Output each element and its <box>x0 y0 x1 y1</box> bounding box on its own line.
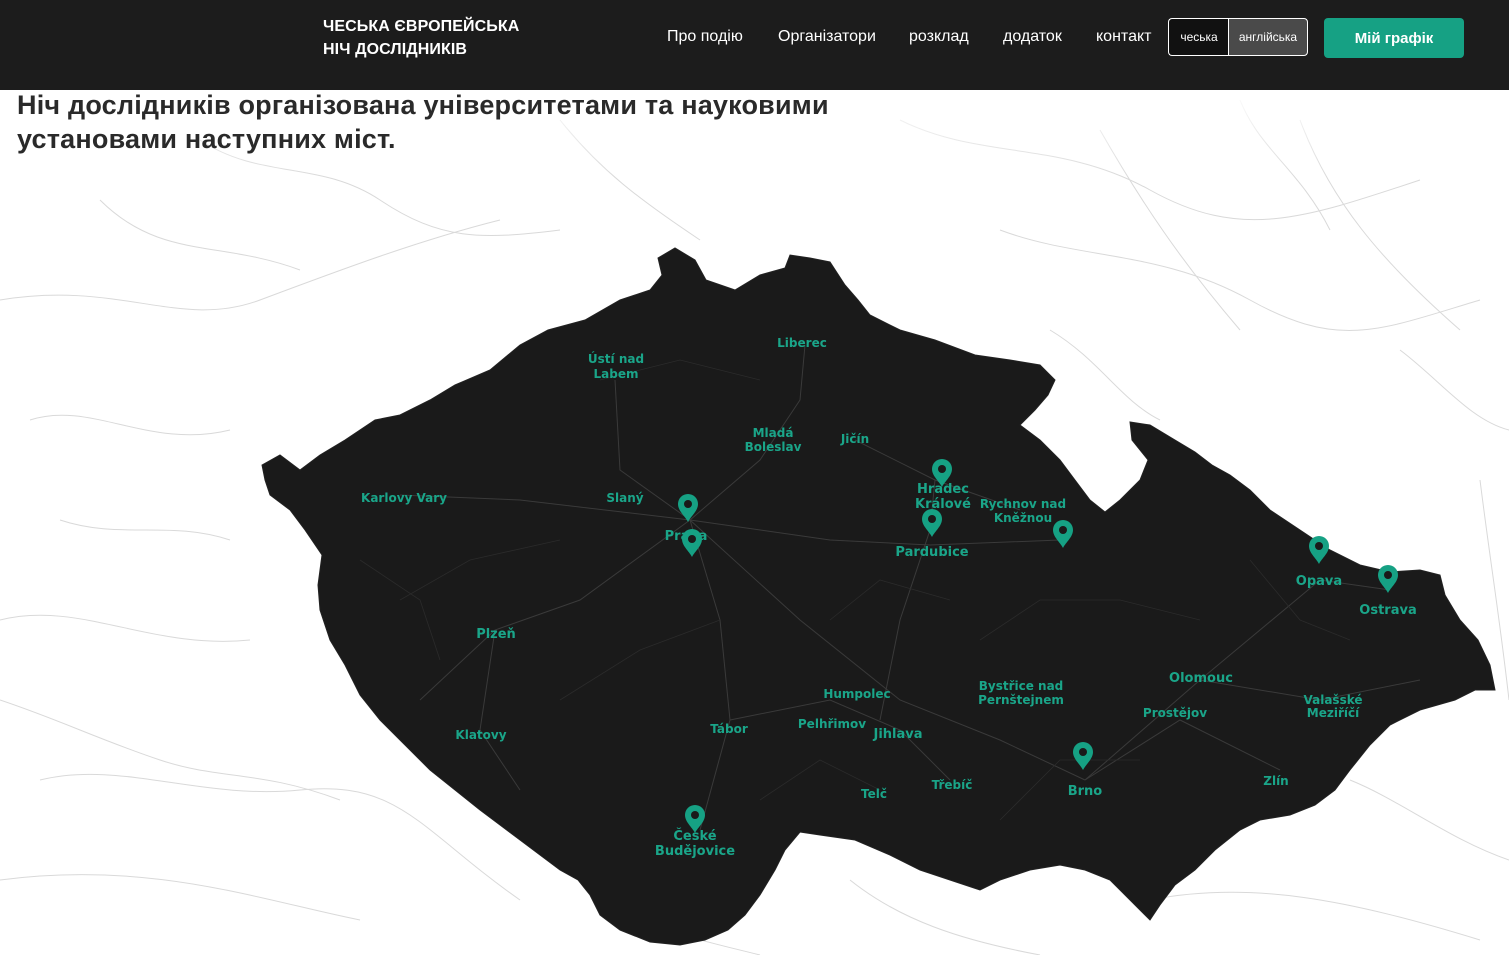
nav-schedule[interactable]: розклад <box>909 28 969 46</box>
map-pin-hole <box>1079 748 1087 756</box>
city-label: Karlovy Vary <box>361 491 447 505</box>
city-label: Pelhřimov <box>798 717 866 731</box>
city-label: Humpolec <box>823 687 890 701</box>
city-label: Pernštejnem <box>978 693 1064 707</box>
city-label: Bystřice nad <box>979 679 1064 693</box>
city-label: Valašské <box>1303 693 1362 707</box>
city-label: Jičín <box>840 432 869 446</box>
map-pin-hole <box>1315 542 1323 550</box>
top-navigation-bar: ЧЕСЬКА ЄВРОПЕЙСЬКА НІЧ ДОСЛІДНИКІВ Про п… <box>0 0 1509 90</box>
city-label: Meziříčí <box>1307 706 1360 720</box>
city-label: Zlín <box>1263 774 1288 788</box>
lang-czech-button[interactable]: чеська <box>1168 18 1229 56</box>
brand-line-1: ЧЕСЬКА ЄВРОПЕЙСЬКА <box>323 18 520 35</box>
brand-line-2: НІЧ ДОСЛІДНИКІВ <box>323 41 468 58</box>
nav-about[interactable]: Про подію <box>667 28 743 46</box>
city-label: Boleslav <box>745 440 802 454</box>
city-label: Brno <box>1068 784 1103 799</box>
page-heading: Ніч дослідників організована університет… <box>17 90 829 154</box>
city-label: Plzeň <box>476 627 516 642</box>
city-label: Rychnov nad <box>980 497 1066 511</box>
city-label: Jihlava <box>872 727 922 742</box>
city-label: Opava <box>1296 574 1342 589</box>
map-pin-hole <box>928 515 936 523</box>
city-label: Labem <box>594 367 639 381</box>
city-label: Prostějov <box>1143 706 1207 720</box>
czech-map: Ústí nad Labem Liberec Mladá Boleslav Ji… <box>261 247 1496 946</box>
map-pin-hole <box>688 535 696 543</box>
city-label: Slaný <box>606 491 643 505</box>
city-label: Liberec <box>777 336 827 350</box>
map-pin-hole <box>1059 526 1067 534</box>
city-label: Ostrava <box>1359 603 1416 618</box>
city-label: Telč <box>861 787 887 801</box>
city-label: Klatovy <box>455 728 506 742</box>
city-label: Králové <box>915 497 971 512</box>
map-pin-hole <box>938 465 946 473</box>
nav-app[interactable]: додаток <box>1003 28 1062 46</box>
city-label: Olomouc <box>1169 671 1233 686</box>
city-label: Budějovice <box>655 844 735 859</box>
city-label: Třebíč <box>932 778 973 792</box>
city-label: Ústí nad <box>588 351 644 366</box>
city-label: Tábor <box>710 722 748 736</box>
nav-organizers[interactable]: Організатори <box>778 28 876 46</box>
map-pin-hole <box>684 500 692 508</box>
lang-english-button[interactable]: англійська <box>1228 18 1308 56</box>
city-label: Kněžnou <box>994 511 1052 525</box>
map-pin-hole <box>1384 571 1392 579</box>
map-pin-hole <box>691 811 699 819</box>
my-schedule-button[interactable]: Мій графік <box>1324 18 1464 58</box>
nav-contact[interactable]: контакт <box>1096 28 1151 46</box>
city-label: Pardubice <box>895 545 968 560</box>
site-logo[interactable]: ЧЕСЬКА ЄВРОПЕЙСЬКА НІЧ ДОСЛІДНИКІВ <box>323 15 519 61</box>
czech-republic-shape <box>261 247 1496 946</box>
city-label: Mladá <box>753 426 794 440</box>
